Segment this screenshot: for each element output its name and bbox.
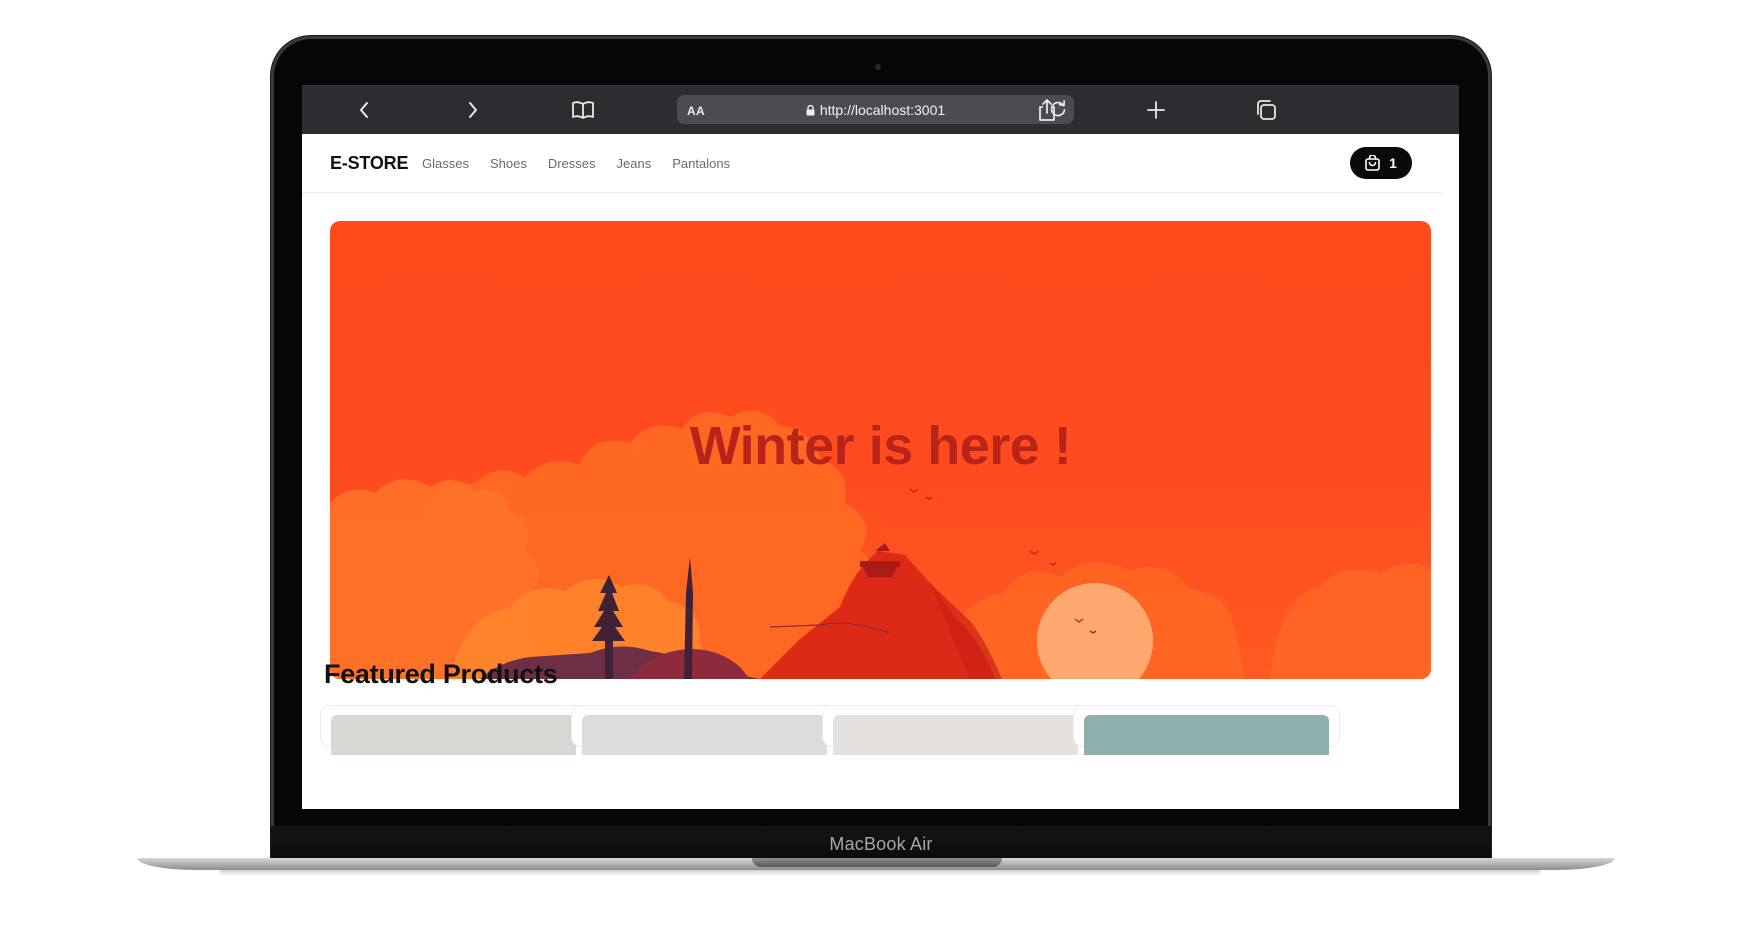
chevron-left-icon <box>360 102 368 118</box>
hero-title: Winter is here ! <box>689 416 1072 476</box>
laptop-chin: MacBook Air <box>271 826 1491 862</box>
back-button[interactable] <box>348 94 380 126</box>
book-icon <box>572 101 594 119</box>
category-nav: Glasses Shoes Dresses Jeans Pantalons <box>422 156 730 171</box>
store-logo[interactable]: E-STORE <box>330 153 408 174</box>
address-bar[interactable]: AA http://localhost:3001 <box>677 95 1074 124</box>
nav-link-dresses[interactable]: Dresses <box>548 156 596 171</box>
device-label: MacBook Air <box>829 834 933 854</box>
cart-button[interactable]: 1 <box>1350 147 1412 179</box>
product-image[interactable] <box>833 715 1078 755</box>
nav-link-glasses[interactable]: Glasses <box>422 156 469 171</box>
product-card[interactable] <box>571 705 838 755</box>
webcam <box>875 64 881 70</box>
cart-count: 1 <box>1389 155 1397 171</box>
hero-banner[interactable]: Winter is here ! <box>330 221 1431 679</box>
lock-icon <box>806 105 815 116</box>
new-tab-button[interactable] <box>1140 94 1172 126</box>
laptop-base-notch <box>752 858 1002 867</box>
forward-button[interactable] <box>457 94 489 126</box>
tabs-overview-button[interactable] <box>1250 94 1282 126</box>
plus-icon <box>1147 101 1165 119</box>
browser-toolbar: AA http://localhost:3001 <box>302 85 1459 134</box>
store-navbar: E-STORE Glasses Shoes Dresses Jeans Pant… <box>302 134 1442 193</box>
featured-products-heading: Featured Products <box>324 659 558 689</box>
share-button[interactable] <box>1031 94 1063 126</box>
product-card[interactable] <box>822 705 1089 755</box>
share-icon <box>1039 99 1055 121</box>
url-display[interactable]: http://localhost:3001 <box>677 102 1074 118</box>
product-image[interactable] <box>582 715 827 755</box>
nav-link-jeans[interactable]: Jeans <box>617 156 652 171</box>
product-image[interactable] <box>1084 715 1329 755</box>
product-card[interactable] <box>1073 705 1340 755</box>
tabs-icon <box>1257 100 1276 120</box>
bookmarks-button[interactable] <box>567 94 599 126</box>
product-image[interactable] <box>331 715 576 755</box>
nav-link-pantalons[interactable]: Pantalons <box>672 156 730 171</box>
nav-link-shoes[interactable]: Shoes <box>490 156 527 171</box>
product-card[interactable] <box>320 705 587 755</box>
chevron-right-icon <box>469 102 477 118</box>
laptop-shadow <box>220 870 1540 876</box>
url-text: http://localhost:3001 <box>819 102 946 118</box>
browser-screen: AA http://localhost:3001 E-STORE Glasses… <box>302 85 1459 809</box>
shopping-bag-icon <box>1365 155 1380 171</box>
